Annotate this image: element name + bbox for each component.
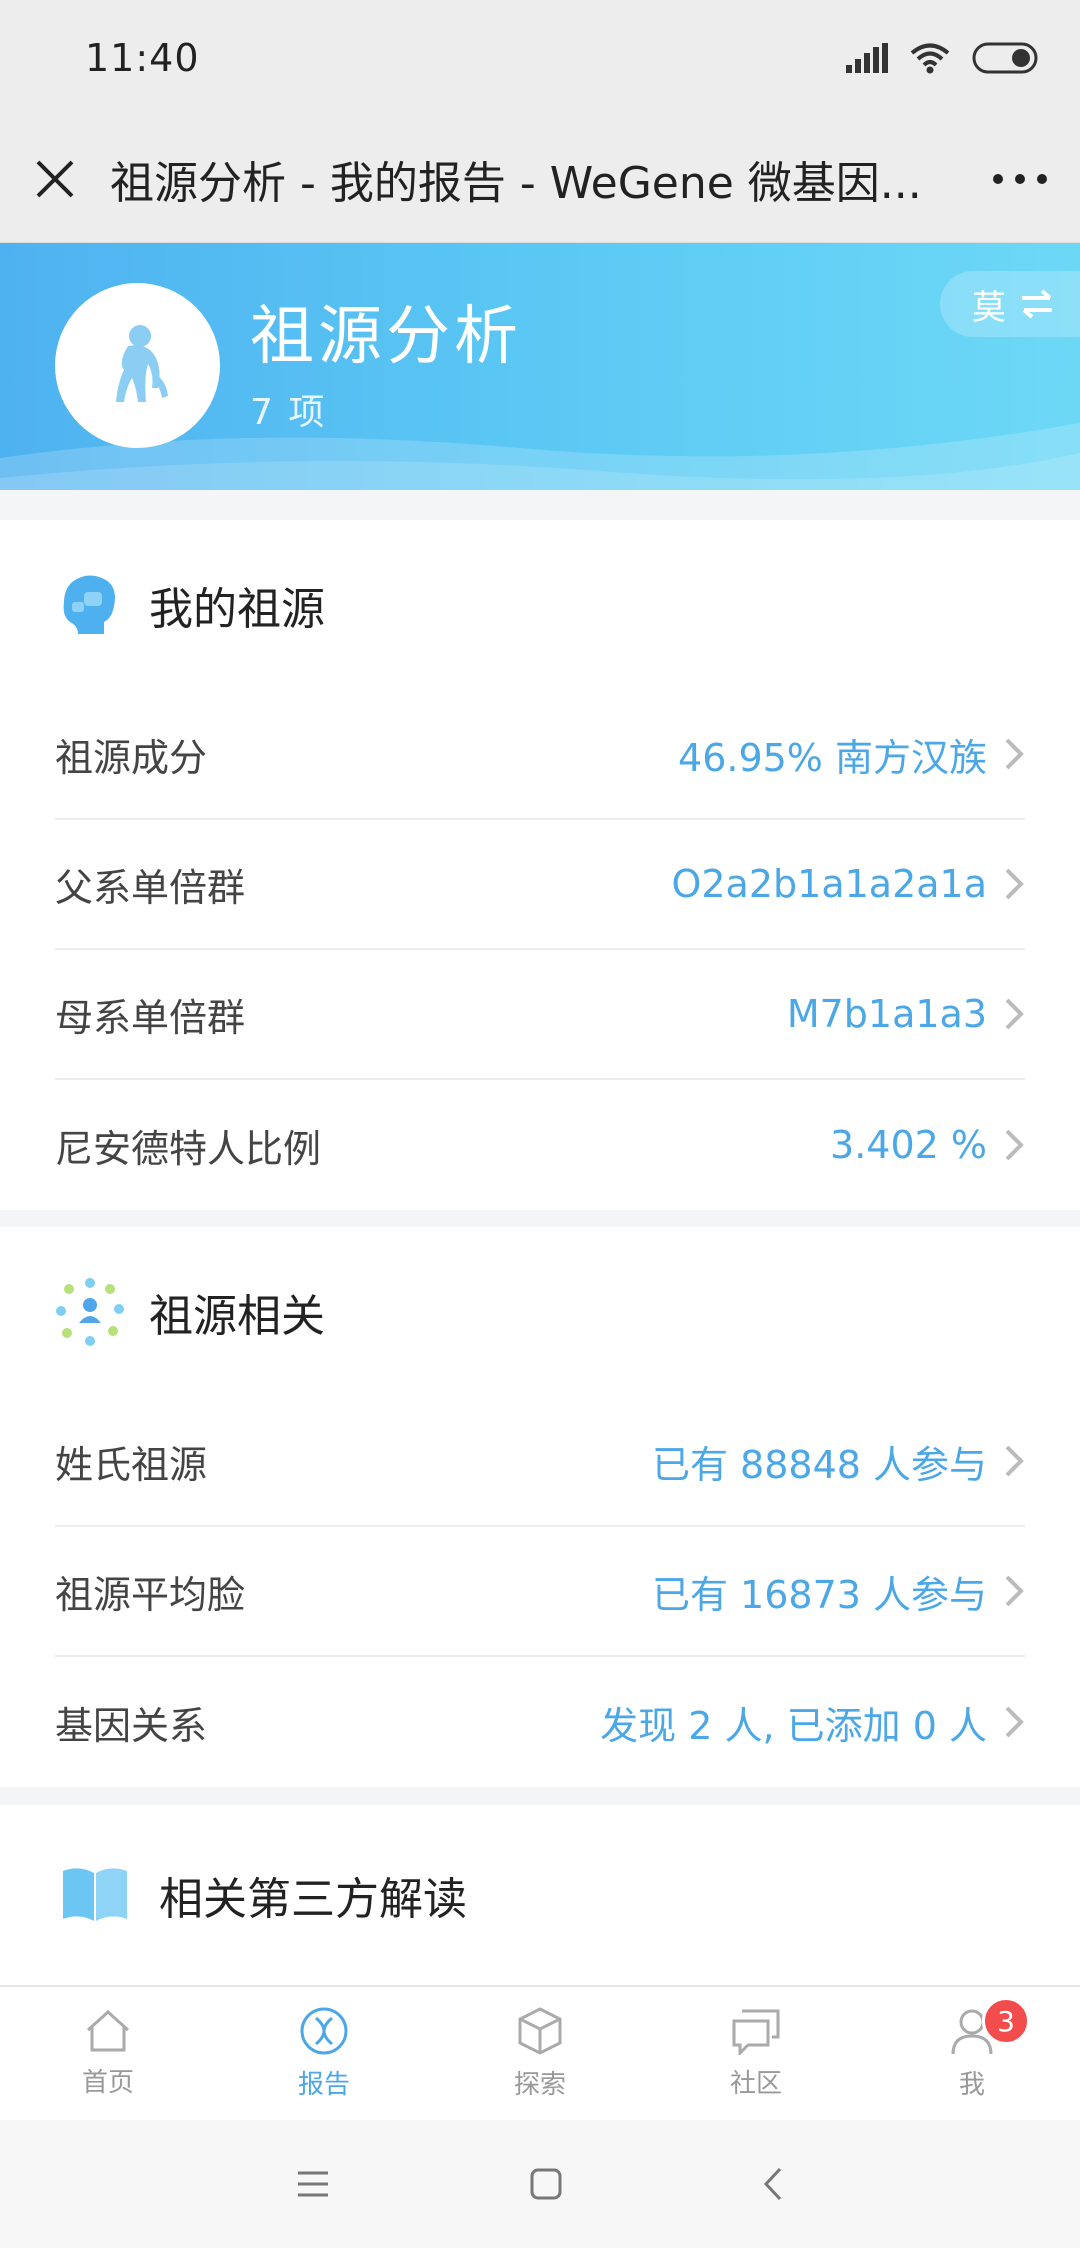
section-ancestry-related: 祖源相关 姓氏祖源 已有 88848 人参与 祖源平均脸 已有 16873 人参…: [0, 1227, 1080, 1787]
chevron-right-icon: [1005, 1129, 1024, 1161]
tab-label: 探索: [513, 2070, 566, 2100]
system-nav-bar: [0, 2120, 1080, 2248]
banner-count: 7 项: [250, 392, 327, 433]
row-paternal-haplogroup[interactable]: 父系单倍群 O2a2b1a1a2a1a: [55, 820, 1025, 950]
chat-icon: [732, 2009, 780, 2055]
tab-label: 我: [958, 2070, 985, 2100]
section-title: 相关第三方解读: [159, 1874, 467, 1925]
row-label: 姓氏祖源: [55, 1442, 208, 1487]
signal-icon: [846, 42, 888, 73]
row-surname-ancestry[interactable]: 姓氏祖源 已有 88848 人参与: [55, 1397, 1025, 1527]
dna-head-icon: [55, 570, 125, 640]
chevron-right-icon: [1005, 1575, 1024, 1607]
title-bar: 祖源分析 - 我的报告 - WeGene 微基因...: [0, 115, 1080, 243]
row-genetic-relatives[interactable]: 基因关系 发现 2 人, 已添加 0 人: [55, 1657, 1025, 1787]
home-icon: [86, 2009, 130, 2052]
row-value: M7b1a1a3: [786, 992, 987, 1036]
page-title: 祖源分析 - 我的报告 - WeGene 微基因...: [110, 157, 922, 209]
row-ancestry-composition[interactable]: 祖源成分 46.95% 南方汉族: [55, 690, 1025, 820]
avatar: [55, 283, 220, 448]
section-title: 我的祖源: [149, 584, 325, 635]
row-value: O2a2b1a1a2a1a: [671, 862, 987, 906]
book-icon: [55, 1860, 135, 1930]
header-banner: 祖源分析 7 项 莫: [0, 243, 1080, 490]
row-maternal-haplogroup[interactable]: 母系单倍群 M7b1a1a3: [55, 950, 1025, 1080]
more-icon: [993, 173, 1047, 184]
chevron-right-icon: [1005, 998, 1024, 1030]
tab-label: 社区: [729, 2069, 782, 2099]
tab-me[interactable]: 我 3: [864, 1987, 1080, 2120]
tab-community[interactable]: 社区: [648, 1987, 864, 2120]
wifi-icon: [910, 43, 950, 73]
row-label: 母系单倍群: [55, 995, 246, 1040]
section-title: 祖源相关: [149, 1291, 325, 1342]
section-header: 相关第三方解读: [0, 1805, 1080, 1985]
row-value: 已有 88848 人参与: [651, 1442, 987, 1487]
ape-icon: [115, 324, 168, 402]
status-time: 11:40: [85, 35, 200, 80]
row-value: 发现 2 人, 已添加 0 人: [600, 1703, 987, 1748]
more-button[interactable]: [960, 115, 1080, 243]
tab-label: 首页: [81, 2068, 134, 2098]
network-icon: [55, 1277, 125, 1347]
menu-icon[interactable]: [296, 2169, 330, 2199]
chevron-right-icon: [1005, 738, 1024, 770]
switch-profile-button[interactable]: 莫: [940, 271, 1080, 337]
banner-title: 祖源分析: [250, 300, 522, 374]
tab-home[interactable]: 首页: [0, 1987, 216, 2120]
home-square-icon[interactable]: [530, 2168, 562, 2200]
status-icons: [846, 42, 1040, 74]
tab-report[interactable]: 报告: [216, 1987, 432, 2120]
section-third-party[interactable]: 相关第三方解读: [0, 1805, 1080, 1985]
cube-icon: [518, 2007, 562, 2055]
row-label: 祖源成分: [55, 735, 208, 780]
section-header: 我的祖源: [0, 520, 1080, 690]
row-label: 父系单倍群: [55, 865, 246, 910]
notification-badge: 3: [982, 1997, 1030, 2045]
chevron-right-icon: [1005, 1445, 1024, 1477]
swap-icon: [1022, 289, 1052, 319]
chevron-right-icon: [1005, 868, 1024, 900]
close-button[interactable]: [0, 115, 110, 243]
section-header: 祖源相关: [0, 1227, 1080, 1397]
row-value: 46.95% 南方汉族: [678, 735, 987, 780]
back-icon[interactable]: [762, 2166, 784, 2202]
close-icon: [36, 160, 74, 197]
tab-explore[interactable]: 探索: [432, 1987, 648, 2120]
row-value: 已有 16873 人参与: [651, 1572, 987, 1617]
row-label: 尼安德特人比例: [55, 1126, 322, 1171]
bottom-tab-bar: 首页 报告 探索 社区 我 3: [0, 1985, 1080, 2120]
row-neanderthal-ratio[interactable]: 尼安德特人比例 3.402 %: [55, 1080, 1025, 1210]
battery-icon: [972, 42, 1038, 73]
status-bar: 11:40: [0, 0, 1080, 115]
dna-icon: [300, 2007, 348, 2055]
switch-profile-label: 莫: [972, 287, 1006, 328]
row-label: 祖源平均脸: [55, 1572, 246, 1617]
row-value: 3.402 %: [830, 1123, 987, 1167]
tab-label: 报告: [297, 2070, 350, 2100]
row-label: 基因关系: [55, 1703, 208, 1748]
section-my-ancestry: 我的祖源 祖源成分 46.95% 南方汉族 父系单倍群 O2a2b1a1a2a1…: [0, 520, 1080, 1210]
chevron-right-icon: [1005, 1706, 1024, 1738]
row-average-face[interactable]: 祖源平均脸 已有 16873 人参与: [55, 1527, 1025, 1657]
